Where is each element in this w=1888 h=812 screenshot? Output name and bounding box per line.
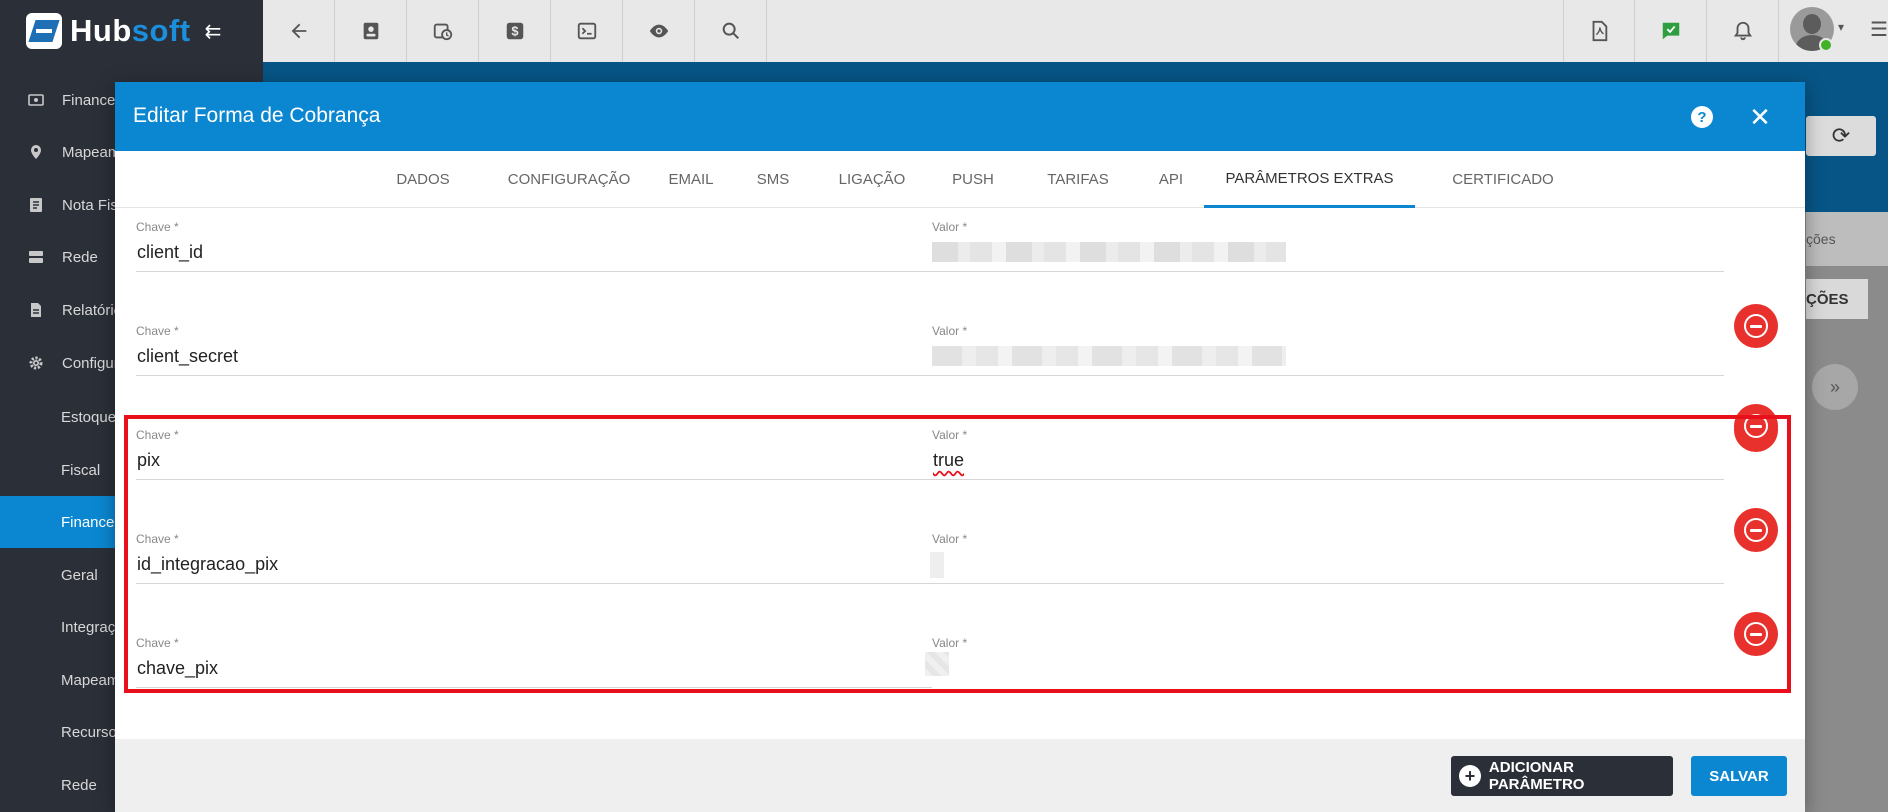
online-status-icon bbox=[1819, 38, 1833, 52]
expand-panel-button[interactable]: » bbox=[1812, 364, 1858, 410]
notifications-button[interactable] bbox=[1707, 0, 1779, 62]
tab-configuracao[interactable]: CONFIGURAÇÃO bbox=[485, 151, 653, 208]
schedule-button[interactable] bbox=[407, 0, 479, 62]
tab-tarifas[interactable]: TARIFAS bbox=[1033, 151, 1123, 208]
key-field[interactable]: client_secret bbox=[137, 346, 238, 367]
money-icon bbox=[28, 92, 44, 108]
finance-button[interactable]: $ bbox=[479, 0, 551, 62]
arrow-left-icon bbox=[291, 23, 306, 39]
value-underline bbox=[932, 271, 1724, 272]
contact-card-icon bbox=[363, 22, 378, 40]
search-button[interactable] bbox=[695, 0, 767, 62]
modal-tabs: DADOS CONFIGURAÇÃO EMAIL SMS LIGAÇÃO PUS… bbox=[115, 151, 1805, 208]
tab-ligacao[interactable]: LIGAÇÃO bbox=[820, 151, 924, 208]
key-label: Chave * bbox=[136, 324, 179, 338]
tab-sms[interactable]: SMS bbox=[743, 151, 803, 208]
logo[interactable]: Hubsoft bbox=[70, 13, 191, 49]
param-row: Chave * client_id Valor * bbox=[115, 208, 1805, 348]
value-underline bbox=[932, 375, 1724, 376]
gear-icon bbox=[28, 355, 44, 371]
tab-parametros-extras[interactable]: PARÂMETROS EXTRAS bbox=[1204, 151, 1415, 208]
value-field-redacted[interactable] bbox=[932, 242, 1286, 262]
search-icon bbox=[722, 22, 739, 40]
contacts-button[interactable] bbox=[335, 0, 407, 62]
double-chevron-right-icon: » bbox=[1829, 376, 1840, 397]
edit-payment-method-modal: Editar Forma de Cobrança ? ✕ DADOS CONFI… bbox=[115, 82, 1805, 812]
calendar-clock-icon bbox=[433, 23, 452, 41]
plus-circle-icon: + bbox=[1459, 765, 1481, 787]
tab-email[interactable]: EMAIL bbox=[656, 151, 726, 208]
collapse-menu-icon[interactable]: ⇇ bbox=[205, 19, 222, 44]
map-pin-icon bbox=[28, 144, 44, 160]
help-icon[interactable]: ? bbox=[1691, 106, 1713, 128]
chevron-down-icon[interactable]: ▾ bbox=[1838, 20, 1844, 34]
terminal-icon bbox=[577, 22, 596, 40]
value-label: Valor * bbox=[932, 220, 968, 234]
highlight-box bbox=[124, 415, 1791, 693]
key-field[interactable]: client_id bbox=[137, 242, 203, 263]
save-button[interactable]: SALVAR bbox=[1691, 756, 1787, 796]
view-button[interactable] bbox=[623, 0, 695, 62]
chat-check-icon bbox=[1662, 22, 1679, 40]
modal-header: Editar Forma de Cobrança ? ✕ bbox=[115, 82, 1805, 151]
modal-title: Editar Forma de Cobrança bbox=[133, 104, 381, 127]
background-tab[interactable]: ções bbox=[1806, 212, 1888, 266]
key-label: Chave * bbox=[136, 220, 179, 234]
bell-icon bbox=[1733, 21, 1752, 41]
server-icon bbox=[28, 249, 44, 265]
report-icon bbox=[28, 302, 44, 318]
back-button[interactable] bbox=[263, 0, 335, 62]
tab-push[interactable]: PUSH bbox=[938, 151, 1008, 208]
pdf-icon bbox=[1592, 20, 1608, 42]
value-label: Valor * bbox=[932, 324, 968, 338]
refresh-icon: ⟳ bbox=[1831, 123, 1851, 148]
logo-icon bbox=[26, 13, 62, 49]
key-underline bbox=[136, 375, 932, 376]
add-parameter-button[interactable]: + ADICIONAR PARÂMETRO bbox=[1451, 756, 1673, 796]
list-menu-icon[interactable]: ☰ bbox=[1870, 17, 1888, 42]
top-bar: Hubsoft ⇇ $ ▾ ☰ bbox=[0, 0, 1888, 62]
param-row: Chave * client_secret Valor * bbox=[115, 312, 1805, 452]
eye-icon bbox=[649, 24, 668, 38]
tab-dados[interactable]: DADOS bbox=[381, 151, 465, 208]
refresh-button[interactable]: ⟳ bbox=[1806, 116, 1876, 156]
document-icon bbox=[28, 197, 44, 213]
key-underline bbox=[136, 271, 932, 272]
tab-api[interactable]: API bbox=[1140, 151, 1202, 208]
tab-certificado[interactable]: CERTIFICADO bbox=[1423, 151, 1583, 208]
value-field-redacted[interactable] bbox=[932, 346, 1286, 366]
terminal-button[interactable] bbox=[551, 0, 623, 62]
dollar-icon: $ bbox=[506, 22, 523, 40]
logo-area: Hubsoft ⇇ bbox=[0, 0, 263, 62]
pdf-button[interactable] bbox=[1563, 0, 1635, 62]
background-action-button[interactable]: ÇÕES bbox=[1806, 279, 1868, 319]
close-icon[interactable]: ✕ bbox=[1745, 102, 1775, 132]
svg-text:$: $ bbox=[511, 24, 518, 39]
tasks-button[interactable] bbox=[1635, 0, 1707, 62]
